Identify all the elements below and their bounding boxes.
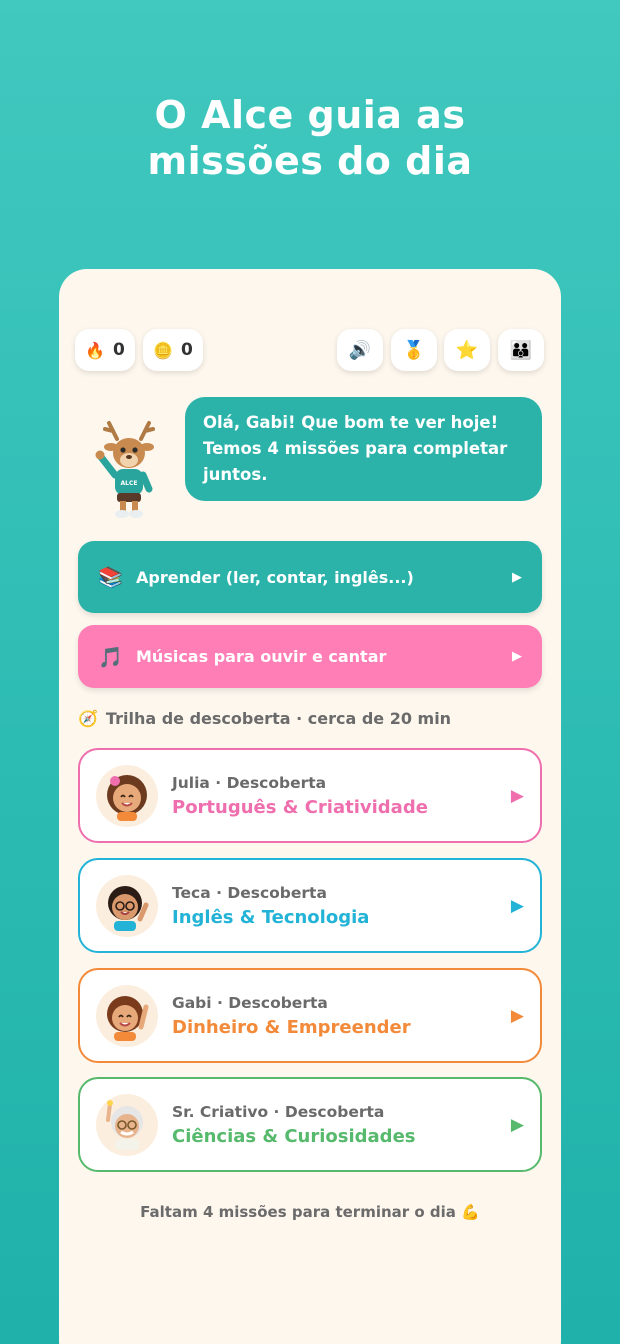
music-note-icon: 🎵 [98, 644, 123, 669]
avatar-teca [96, 874, 158, 937]
learn-button[interactable]: 📚 Aprender (ler, contar, inglês...) ▶ [78, 541, 542, 613]
mascot-badge: ALCE [121, 480, 138, 487]
mission-guide: Sr. Criativo · Descoberta [172, 1102, 385, 1121]
mission-card-ciencias[interactable]: Sr. Criativo · Descoberta Ciências & Cur… [78, 1077, 542, 1172]
girl-waving-avatar-icon [107, 995, 149, 1041]
star-button[interactable]: ⭐ [444, 329, 490, 371]
mission-guide: Teca · Descoberta [172, 883, 327, 902]
fire-icon: 🔥 [85, 340, 106, 360]
sound-button[interactable]: 🔊 [337, 329, 383, 371]
avatar-sr-criativo [96, 1093, 158, 1156]
trail-header: 🧭 Trilha de descoberta · cerca de 20 min [78, 709, 451, 728]
play-icon: ▶ [510, 895, 524, 916]
speaker-icon: 🔊 [348, 339, 372, 361]
mission-card-ingles[interactable]: Teca · Descoberta Inglês & Tecnologia ▶ [78, 858, 542, 953]
medal-icon: 🥇 [402, 339, 426, 361]
headline: O Alce guia as missões do dia [0, 92, 620, 184]
mission-title: Português & Criatividade [172, 796, 428, 818]
mission-title: Ciências & Curiosidades [172, 1125, 416, 1147]
streak-value: 0 [113, 340, 125, 360]
mission-guide: Gabi · Descoberta [172, 993, 328, 1012]
mission-guide: Julia · Descoberta [172, 773, 327, 792]
mission-title: Inglês & Tecnologia [172, 906, 370, 928]
headline-line-1: O Alce guia as [154, 93, 466, 137]
compass-icon: 🧭 [78, 709, 98, 728]
music-button[interactable]: 🎵 Músicas para ouvir e cantar ▶ [78, 625, 542, 688]
avatar-julia [96, 764, 158, 827]
play-arrow-icon: ▶ [512, 649, 522, 664]
moose-mascot: ALCE [95, 421, 155, 518]
trail-title: Trilha de descoberta · cerca de 20 min [105, 709, 452, 728]
play-icon: ▶ [510, 785, 524, 806]
star-icon: ⭐ [455, 339, 479, 361]
coin-value: 0 [181, 340, 193, 360]
books-icon: 📚 [98, 565, 123, 589]
missions-remaining-text: Faltam 4 missões para terminar o dia 💪 [140, 1203, 480, 1221]
play-arrow-icon: ▶ [512, 569, 522, 585]
medal-button[interactable]: 🥇 [391, 329, 437, 371]
play-icon: ▶ [510, 1005, 524, 1026]
headline-line-2: missões do dia [147, 139, 473, 183]
streak-counter: 🔥 0 [75, 329, 135, 371]
app-screen: 🔥 0 🪙 0 🔊 🥇 ⭐ 👪 ALCE Olá, Gabi! Que bom … [59, 269, 561, 1344]
family-icon: 👪 [509, 339, 533, 361]
mission-card-dinheiro[interactable]: Gabi · Descoberta Dinheiro & Empreender … [78, 968, 542, 1063]
learn-button-label: Aprender (ler, contar, inglês...) [136, 567, 414, 587]
coin-icon: 🪙 [153, 340, 174, 360]
mascot-speech-bubble: Olá, Gabi! Que bom te ver hoje! Temos 4 … [185, 397, 542, 501]
coin-counter: 🪙 0 [143, 329, 203, 371]
mission-title: Dinheiro & Empreender [172, 1016, 411, 1038]
avatar-gabi [96, 984, 158, 1047]
parents-button[interactable]: 👪 [498, 329, 544, 371]
mission-card-portugues[interactable]: Julia · Descoberta Português & Criativid… [78, 748, 542, 843]
music-button-label: Músicas para ouvir e cantar [136, 647, 387, 666]
girl-avatar-icon [107, 774, 147, 821]
grandpa-avatar-icon [106, 1099, 143, 1150]
play-icon: ▶ [510, 1114, 524, 1135]
girl-glasses-avatar-icon [108, 885, 149, 931]
